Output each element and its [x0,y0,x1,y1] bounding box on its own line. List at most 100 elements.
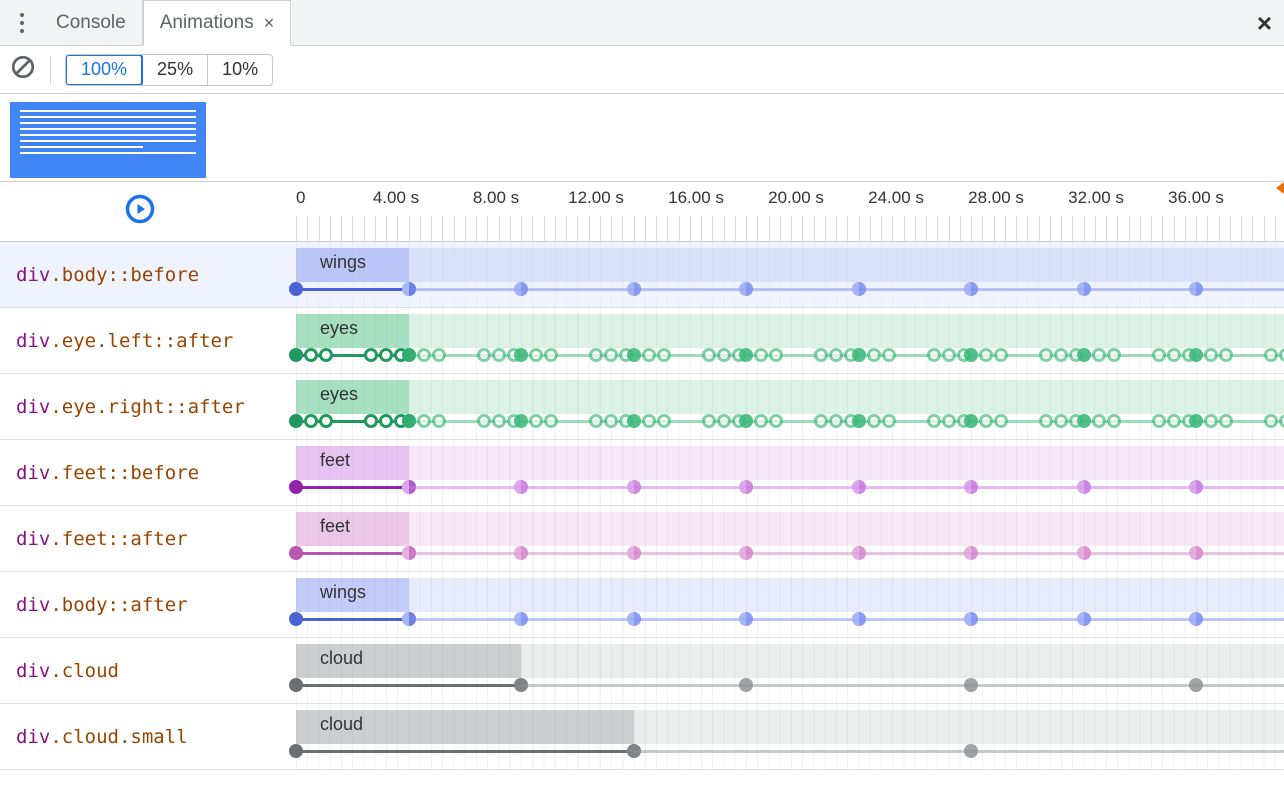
keyframe-marker[interactable] [882,348,896,362]
track-lane[interactable]: cloud [280,638,1284,703]
keyframe-marker[interactable] [1077,480,1091,494]
keyframe-marker[interactable] [882,414,896,428]
track-lane[interactable]: wings [280,572,1284,637]
keyframe-marker[interactable] [627,744,641,758]
keyframe-marker[interactable] [1054,348,1068,362]
keyframe-marker[interactable] [289,414,303,428]
keyframe-marker[interactable] [739,678,753,692]
keyframe-marker[interactable] [717,348,731,362]
keyframe-marker[interactable] [1092,348,1106,362]
keyframe-marker[interactable] [1092,414,1106,428]
keyframe-marker[interactable] [432,414,446,428]
track-lane[interactable]: wings [280,242,1284,307]
animation-track[interactable]: div.feet::beforefeet [0,440,1284,506]
keyframe-marker[interactable] [852,282,866,296]
keyframe-marker[interactable] [1167,348,1181,362]
keyframe-marker[interactable] [514,480,528,494]
keyframe-marker[interactable] [364,414,378,428]
keyframe-marker[interactable] [627,414,641,428]
keyframe-marker[interactable] [492,348,506,362]
keyframe-marker[interactable] [432,348,446,362]
keyframe-marker[interactable] [1107,348,1121,362]
keyframe-marker[interactable] [994,414,1008,428]
animation-track[interactable]: div.body::afterwings [0,572,1284,638]
keyframe-marker[interactable] [942,348,956,362]
keyframe-marker[interactable] [1077,414,1091,428]
keyframe-marker[interactable] [589,348,603,362]
keyframe-marker[interactable] [829,414,843,428]
keyframe-marker[interactable] [979,414,993,428]
keyframe-marker[interactable] [852,480,866,494]
speed-25[interactable]: 25% [142,55,207,85]
keyframe-marker[interactable] [769,414,783,428]
keyframe-marker[interactable] [529,414,543,428]
animation-track[interactable]: div.feet::afterfeet [0,506,1284,572]
keyframe-marker[interactable] [289,744,303,758]
keyframe-marker[interactable] [627,546,641,560]
capture-thumbnail[interactable] [10,102,206,178]
keyframe-marker[interactable] [289,480,303,494]
track-lane[interactable]: feet [280,440,1284,505]
tab-animations[interactable]: Animations × [143,0,292,46]
close-panel-icon[interactable]: × [1257,8,1272,39]
keyframe-marker[interactable] [1152,414,1166,428]
keyframe-marker[interactable] [514,678,528,692]
keyframe-marker[interactable] [1077,282,1091,296]
keyframe-marker[interactable] [1189,348,1203,362]
keyframe-marker[interactable] [814,348,828,362]
keyframe-marker[interactable] [702,414,716,428]
keyframe-marker[interactable] [927,348,941,362]
keyframe-marker[interactable] [867,348,881,362]
keyframe-marker[interactable] [477,348,491,362]
keyframe-marker[interactable] [627,348,641,362]
keyframe-marker[interactable] [289,546,303,560]
keyframe-marker[interactable] [964,546,978,560]
keyframe-marker[interactable] [1189,612,1203,626]
keyframe-marker[interactable] [379,414,393,428]
keyframe-marker[interactable] [319,414,333,428]
speed-100[interactable]: 100% [65,54,143,86]
keyframe-marker[interactable] [514,282,528,296]
keyframe-marker[interactable] [852,414,866,428]
keyframe-marker[interactable] [544,414,558,428]
keyframe-marker[interactable] [477,414,491,428]
timeline-ruler[interactable]: 04.00 s8.00 s12.00 s16.00 s20.00 s24.00 … [280,182,1284,241]
keyframe-marker[interactable] [814,414,828,428]
keyframe-marker[interactable] [754,348,768,362]
keyframe-marker[interactable] [964,282,978,296]
keyframe-marker[interactable] [964,348,978,362]
keyframe-marker[interactable] [1152,348,1166,362]
keyframe-marker[interactable] [739,546,753,560]
keyframe-marker[interactable] [514,612,528,626]
track-lane[interactable]: feet [280,506,1284,571]
keyframe-marker[interactable] [754,414,768,428]
keyframe-marker[interactable] [867,414,881,428]
keyframe-marker[interactable] [717,414,731,428]
keyframe-marker[interactable] [942,414,956,428]
keyframe-marker[interactable] [417,348,431,362]
keyframe-marker[interactable] [364,348,378,362]
keyframe-marker[interactable] [852,546,866,560]
keyframe-marker[interactable] [769,348,783,362]
keyframe-marker[interactable] [1054,414,1068,428]
keyframe-marker[interactable] [852,612,866,626]
keyframe-marker[interactable] [627,612,641,626]
keyframe-marker[interactable] [1077,546,1091,560]
keyframe-marker[interactable] [289,612,303,626]
keyframe-marker[interactable] [319,348,333,362]
keyframe-marker[interactable] [1264,414,1278,428]
keyframe-marker[interactable] [417,414,431,428]
keyframe-marker[interactable] [642,414,656,428]
animation-track[interactable]: div.eye.left::aftereyes [0,308,1284,374]
keyframe-marker[interactable] [927,414,941,428]
keyframe-marker[interactable] [604,414,618,428]
keyframe-marker[interactable] [402,414,416,428]
keyframe-marker[interactable] [657,348,671,362]
keyframe-marker[interactable] [1219,348,1233,362]
keyframe-marker[interactable] [829,348,843,362]
keyframe-marker[interactable] [657,414,671,428]
keyframe-marker[interactable] [979,348,993,362]
more-icon[interactable] [4,5,40,41]
close-tab-icon[interactable]: × [264,13,275,34]
keyframe-marker[interactable] [402,348,416,362]
